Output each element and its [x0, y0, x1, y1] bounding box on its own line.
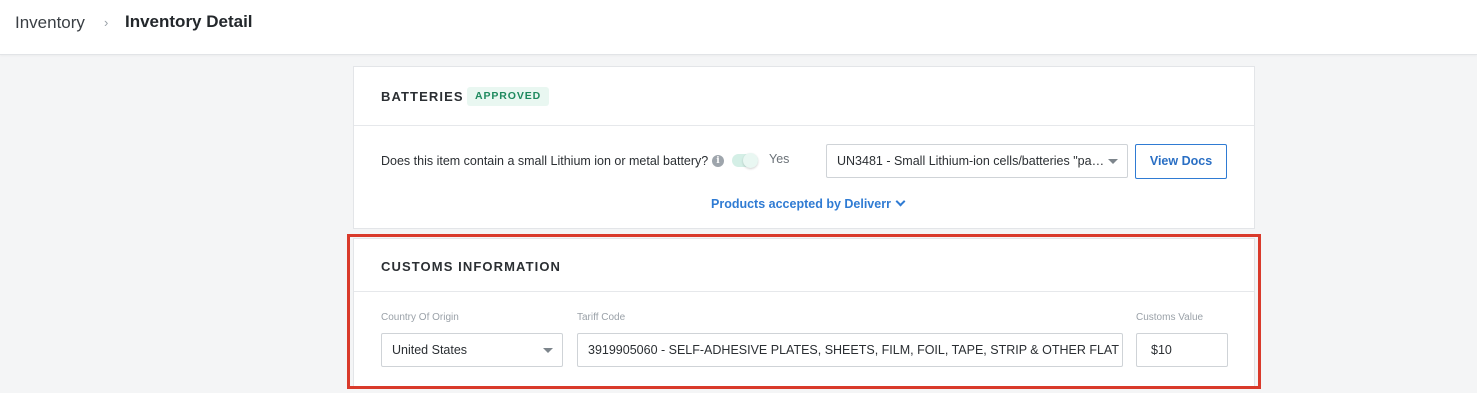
batteries-card-header: BATTERIES APPROVED	[354, 67, 1254, 126]
un-battery-type-value: UN3481 - Small Lithium-ion cells/batteri…	[837, 154, 1107, 168]
customs-title: CUSTOMS INFORMATION	[381, 259, 562, 274]
un-battery-type-select[interactable]: UN3481 - Small Lithium-ion cells/batteri…	[826, 144, 1128, 178]
approved-status-badge: APPROVED	[467, 87, 550, 106]
tariff-code-input[interactable]: 3919905060 - SELF-ADHESIVE PLATES, SHEET…	[577, 333, 1123, 367]
batteries-title: BATTERIES	[381, 89, 464, 104]
page-title: Inventory Detail	[125, 12, 253, 31]
country-of-origin-label: Country Of Origin	[381, 312, 459, 323]
products-accepted-link-label: Products accepted by Deliverr	[711, 197, 891, 211]
country-of-origin-select[interactable]: United States	[381, 333, 563, 367]
country-of-origin-value: United States	[392, 343, 468, 357]
tariff-code-label: Tariff Code	[577, 312, 626, 323]
chevron-down-icon	[543, 348, 553, 353]
customs-card: CUSTOMS INFORMATION Country Of Origin Un…	[353, 238, 1255, 388]
customs-card-header: CUSTOMS INFORMATION	[354, 239, 1254, 292]
products-accepted-link[interactable]: Products accepted by Deliverr	[711, 196, 906, 211]
info-icon[interactable]: i	[712, 155, 724, 167]
chevron-down-icon	[895, 196, 906, 207]
battery-toggle[interactable]	[732, 153, 758, 168]
top-bar: Inventory › Inventory Detail	[0, 0, 1477, 55]
toggle-knob	[743, 153, 758, 168]
battery-toggle-label: Yes	[769, 152, 790, 166]
breadcrumb-inventory-link[interactable]: Inventory	[15, 13, 85, 33]
battery-question-label: Does this item contain a small Lithium i…	[381, 154, 709, 168]
customs-value-label: Customs Value	[1136, 312, 1204, 323]
chevron-down-icon	[1108, 159, 1118, 164]
breadcrumb-separator-icon: ›	[104, 15, 109, 30]
customs-value-input[interactable]: $10	[1136, 333, 1228, 367]
batteries-card: BATTERIES APPROVED Does this item contai…	[353, 66, 1255, 229]
view-docs-button[interactable]: View Docs	[1135, 144, 1227, 179]
